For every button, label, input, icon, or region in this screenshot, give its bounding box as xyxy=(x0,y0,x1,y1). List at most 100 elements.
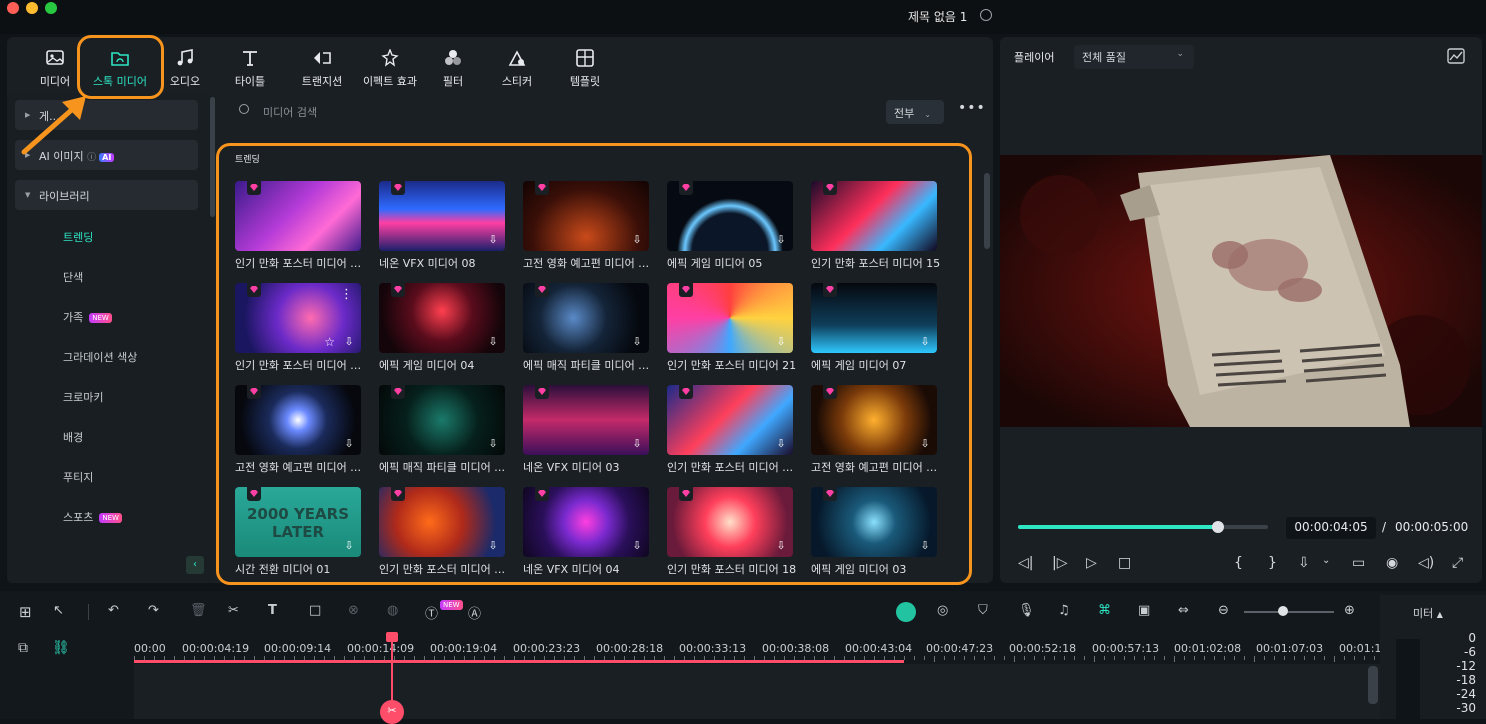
sidebar-item-background[interactable]: 배경 xyxy=(63,429,83,445)
meter-label[interactable]: 미터 ▲ xyxy=(1413,605,1443,621)
ruler-tick-label: 00:01:1 xyxy=(1339,642,1382,655)
audio-meter: 미터 ▲ 0 -6 -12 -18 -24 -30 xyxy=(1380,595,1486,719)
ruler-tick-label: 00:00:52:18 xyxy=(1009,642,1077,655)
title-icon xyxy=(243,51,257,66)
text-tool-icon[interactable]: T xyxy=(268,603,277,618)
collapse-sidebar-button[interactable]: ‹ xyxy=(186,556,204,574)
ruler-tick xyxy=(1174,656,1175,662)
media-icon xyxy=(46,50,64,65)
ai-text-icon[interactable]: Ⓣ xyxy=(425,603,438,622)
add-track-icon[interactable]: ⧉ xyxy=(18,640,28,656)
snapshot-icon[interactable]: ◉ xyxy=(1386,555,1398,571)
speed-icon[interactable]: ⊗ xyxy=(348,603,359,618)
sidebar-group-library[interactable]: ▼ 라이브러리 xyxy=(15,180,198,210)
timeline-scrollbar[interactable] xyxy=(1368,666,1378,704)
video-preview[interactable] xyxy=(1000,155,1482,427)
auto-reframe-icon[interactable]: ▣ xyxy=(1138,603,1150,618)
ruler-tick xyxy=(974,656,975,660)
layout-icon[interactable]: ⊞ xyxy=(19,603,32,621)
mark-in-icon[interactable]: { xyxy=(1234,555,1243,571)
meter-scale-label: 0 xyxy=(1468,631,1476,645)
scopes-icon[interactable] xyxy=(1447,48,1465,64)
zoom-slider[interactable] xyxy=(1244,611,1334,613)
crop-icon[interactable]: □ xyxy=(309,603,321,618)
ruler-tick xyxy=(1194,656,1195,660)
work-area-bar[interactable] xyxy=(134,660,904,663)
snap-icon[interactable]: ⌘ xyxy=(1098,603,1111,618)
stop-icon[interactable]: □ xyxy=(1118,555,1131,571)
quality-dropdown[interactable]: 전체 품질 ⌄ xyxy=(1074,45,1194,69)
chevron-up-icon: ▲ xyxy=(1436,610,1443,619)
timeline-track-area[interactable] xyxy=(134,664,1380,719)
minimize-window-button[interactable] xyxy=(26,2,38,14)
prev-frame-icon[interactable]: ◁| xyxy=(1018,555,1033,571)
sidebar-item-solid-color[interactable]: 단색 xyxy=(63,269,83,285)
current-time[interactable]: 00:00:04:05 xyxy=(1286,517,1376,539)
playback-progress[interactable] xyxy=(1018,521,1268,533)
ruler-tick xyxy=(1104,656,1105,660)
tab-template[interactable]: 템플릿 xyxy=(547,45,623,88)
search-bar: 미디어 검색 전부 ⌄ ••• xyxy=(225,95,993,129)
meter-scale-label: -6 xyxy=(1464,645,1476,659)
render-preview-icon[interactable]: ◎ xyxy=(937,603,948,618)
zoom-slider-handle[interactable] xyxy=(1278,606,1288,616)
ruler-tick xyxy=(1114,656,1115,660)
sidebar-item-chroma-key[interactable]: 크로마키 xyxy=(63,389,103,405)
ruler-tick xyxy=(954,656,955,660)
color-icon[interactable]: ◍ xyxy=(387,603,398,618)
ruler-tick xyxy=(924,656,925,660)
progress-fill xyxy=(1018,525,1218,529)
close-window-button[interactable] xyxy=(7,2,19,14)
insert-icon[interactable]: ⇩ xyxy=(1298,555,1310,571)
sidebar-item-trending[interactable]: 트렌딩 xyxy=(63,229,93,245)
fit-timeline-icon[interactable]: ⇔ xyxy=(1178,603,1189,618)
timeline-toolbar: ⊞ ↖ ↶ ↷ 🗑 ✂ T □ ⊗ ◍ Ⓣ NEW Ⓐ ◎ ⛉ 🎙 ♫ ⌘ ▣ … xyxy=(0,591,1380,631)
zoom-in-icon[interactable]: ⊕ xyxy=(1344,603,1355,618)
display-icon[interactable]: ▭ xyxy=(1352,555,1365,571)
audio-track-icon[interactable]: ♫ xyxy=(1058,603,1070,618)
sidebar-item-gradient[interactable]: 그라데이션 색상 xyxy=(63,349,137,365)
ruler-tick-label: 00:00 xyxy=(134,642,166,655)
ruler-tick xyxy=(1374,656,1375,660)
window-title: 제목 없음 1 xyxy=(908,10,968,24)
play-icon[interactable]: ▷ xyxy=(1086,555,1097,571)
next-frame-icon[interactable]: |▷ xyxy=(1052,555,1067,571)
select-tool-icon[interactable]: ↖ xyxy=(53,603,64,618)
more-options-icon[interactable]: ••• xyxy=(958,100,986,116)
tab-title[interactable]: 타이틀 xyxy=(212,45,288,88)
filter-dropdown[interactable]: 전부 ⌄ xyxy=(886,100,944,124)
delete-icon[interactable]: 🗑 xyxy=(190,603,207,618)
fullscreen-icon[interactable]: ⤢ xyxy=(1452,555,1463,571)
grid-scrollbar[interactable] xyxy=(984,173,990,249)
ai-assistant-icon[interactable] xyxy=(896,602,916,622)
chevron-down-icon[interactable]: ⌄ xyxy=(1322,555,1330,566)
sidebar-item-sports[interactable]: 스포츠 NEW xyxy=(63,509,122,525)
maximize-window-button[interactable] xyxy=(45,2,57,14)
translate-icon[interactable]: Ⓐ xyxy=(468,603,481,622)
ruler-tick xyxy=(1134,656,1135,660)
sidebar-item-family[interactable]: 가족 NEW xyxy=(63,309,112,325)
tab-transition[interactable]: 트랜지션 xyxy=(284,45,360,88)
ruler-tick xyxy=(1024,656,1025,660)
sidebar-item-footage[interactable]: 푸티지 xyxy=(63,469,93,485)
ruler-tick xyxy=(904,656,905,660)
tab-sticker[interactable]: 스티커 xyxy=(479,45,555,88)
volume-icon[interactable]: ◁) xyxy=(1418,555,1434,571)
tab-label: 템플릿 xyxy=(569,75,601,88)
cut-icon[interactable]: ✂ xyxy=(228,603,239,618)
zoom-out-icon[interactable]: ⊖ xyxy=(1218,603,1229,618)
microphone-icon[interactable]: 🎙 xyxy=(1018,603,1035,618)
progress-handle[interactable] xyxy=(1212,521,1224,533)
undo-icon[interactable]: ↶ xyxy=(108,603,119,618)
link-icon[interactable]: ⛓ xyxy=(52,640,70,656)
search-input[interactable]: 미디어 검색 xyxy=(263,104,317,120)
mark-out-icon[interactable]: } xyxy=(1268,555,1277,571)
ruler-tick-label: 00:00:43:04 xyxy=(845,642,913,655)
redo-icon[interactable]: ↷ xyxy=(148,603,159,618)
cloud-sync-icon[interactable] xyxy=(980,9,992,21)
ruler-tick xyxy=(964,656,965,660)
marker-icon[interactable]: ⛉ xyxy=(978,603,988,618)
ruler-tick xyxy=(984,656,985,660)
ruler-tick-label: 00:01:02:08 xyxy=(1174,642,1242,655)
split-scissor-icon[interactable]: ✂ xyxy=(380,700,404,724)
